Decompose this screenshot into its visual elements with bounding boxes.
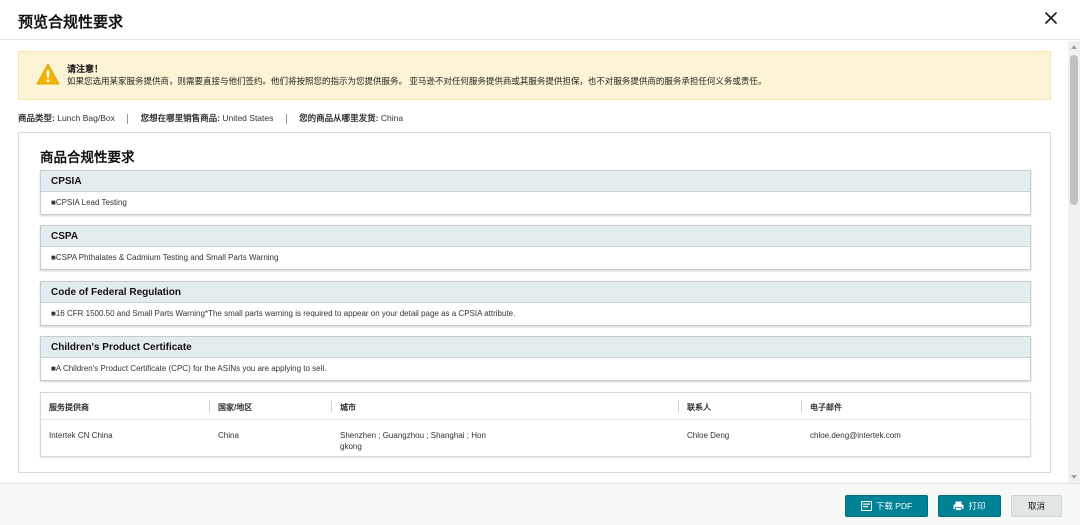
warning-icon [36,63,60,85]
requirement-name: Children's Product Certificate [51,342,192,353]
download-pdf-label: 下载 PDF [875,501,913,511]
dialog-header: 预览合规性要求 [0,0,1080,40]
column-divider [209,400,210,412]
column-divider [801,400,802,412]
product-meta: 商品类型: Lunch Bag/Box 您想在哪里销售商品: United St… [18,112,403,124]
vertical-scrollbar[interactable] [1068,41,1080,483]
provider-email[interactable]: chloe.deng@intertek.com [810,430,901,441]
product-type-label: 商品类型: [18,113,55,123]
requirement-card-cspa: CSPA ■CSPA Phthalates & Cadmium Testing … [40,225,1031,270]
sell-where-label: 您想在哪里销售商品: [140,113,220,123]
provider-contact: Chloe Deng [687,431,730,440]
meta-divider [285,113,287,124]
provider-city: Shenzhen ; Guangzhou ; Shanghai ; Hon gk… [340,430,486,452]
column-divider [678,400,679,412]
product-type-value: Lunch Bag/Box [57,113,115,123]
ship-from-value: China [380,113,404,123]
printer-icon [953,501,964,511]
requirement-name: CSPA [51,231,79,242]
table-header-row: 服务提供商 国家/地区 城市 联系人 电子邮件 [41,393,1030,420]
requirement-card-cpsia: CPSIA ■CPSIA Lead Testing [40,170,1031,215]
service-provider-table: 服务提供商 国家/地区 城市 联系人 电子邮件 Intertek CN Chin… [40,392,1031,457]
requirement-header: Children's Product Certificate [41,337,1030,358]
scrollbar-thumb[interactable] [1070,55,1078,205]
compliance-panel: 商品合规性要求 CPSIA ■CPSIA Lead Testing CSPA ■… [18,132,1051,473]
panel-title: 商品合规性要求 [40,150,135,165]
requirement-header: CPSIA [41,171,1030,192]
column-header-provider: 服务提供商 [49,403,89,412]
pdf-icon [860,501,872,511]
print-label: 打印 [968,501,986,511]
requirement-name: CPSIA [51,176,82,187]
cancel-button[interactable]: 取消 [1011,495,1062,517]
requirement-detail: ■CSPA Phthalates & Cadmium Testing and S… [51,253,279,262]
dialog-footer: 下载 PDF 打印 取消 [0,483,1080,525]
meta-divider [127,113,129,124]
provider-city-line: gkong [340,442,362,451]
alert-title: 请注意！ [67,64,104,74]
dialog-title: 预览合规性要求 [18,14,124,31]
requirement-detail: ■A Children's Product Certificate (CPC) … [51,364,327,373]
scroll-down-arrow-icon[interactable] [1071,475,1077,479]
requirement-detail: ■CPSIA Lead Testing [51,198,127,207]
column-header-country: 国家/地区 [218,403,253,412]
requirement-header: Code of Federal Regulation [41,282,1030,303]
alert-text: 如果您选用某家服务提供商，则需要直接与他们签约。他们将按照您的指示为您提供服务。… [67,76,767,86]
close-icon[interactable] [1044,11,1058,25]
provider-name: Intertek CN China [49,431,113,440]
dialog-body: 请注意！ 如果您选用某家服务提供商，则需要直接与他们签约。他们将按照您的指示为您… [0,41,1068,483]
column-header-contact: 联系人 [687,403,711,412]
provider-city-line: Shenzhen ; Guangzhou ; Shanghai ; Hon [340,431,486,440]
compliance-preview-dialog: 预览合规性要求 请注意！ 如果您选用某家服务提供商，则需要直接与他们签约。他们将… [0,0,1080,525]
download-pdf-button[interactable]: 下载 PDF [845,495,928,517]
cancel-label: 取消 [1027,501,1045,511]
sell-where-value: United States [222,113,274,123]
ship-from-label: 您的商品从哪里发货: [299,113,379,123]
provider-country: China [218,431,239,440]
requirement-name: Code of Federal Regulation [51,287,182,298]
requirement-card-cfr: Code of Federal Regulation ■16 CFR 1500.… [40,281,1031,326]
print-button[interactable]: 打印 [938,495,1001,517]
column-header-email: 电子邮件 [810,403,842,412]
column-header-city: 城市 [340,403,356,412]
requirement-header: CSPA [41,226,1030,247]
column-divider [331,400,332,412]
scroll-up-arrow-icon[interactable] [1071,45,1077,49]
requirement-detail: ■16 CFR 1500.50 and Small Parts Warning*… [51,309,516,318]
notice-alert: 请注意！ 如果您选用某家服务提供商，则需要直接与他们签约。他们将按照您的指示为您… [18,51,1051,100]
requirement-card-cpc: Children's Product Certificate ■A Childr… [40,336,1031,381]
